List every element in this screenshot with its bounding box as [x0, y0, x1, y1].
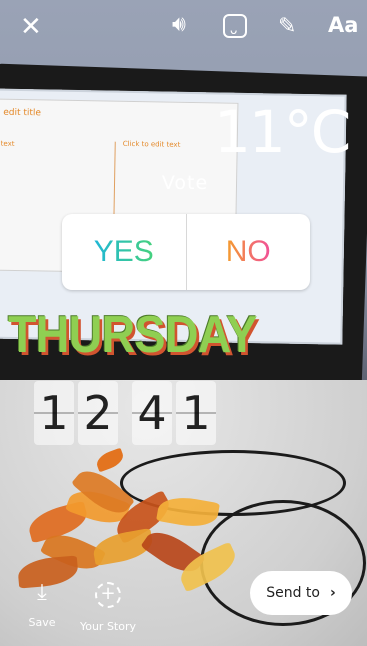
- poll-option-no[interactable]: NO: [187, 214, 311, 290]
- bg-title-text: edit title: [3, 107, 42, 119]
- clock-sticker[interactable]: 1 2 4 1: [34, 381, 220, 447]
- poll-yes-label: YES: [93, 235, 154, 268]
- save-label: Save: [28, 616, 56, 629]
- send-to-button[interactable]: Send to ›: [250, 571, 352, 615]
- clock-digit: 1: [176, 381, 216, 445]
- download-icon: ⤓: [37, 580, 47, 605]
- add-story-icon: +: [95, 582, 121, 608]
- bg-left-text: text: [0, 139, 15, 148]
- your-story-label: Your Story: [79, 620, 137, 633]
- send-to-label: Send to: [266, 585, 320, 601]
- story-editor: edit title text Click to edit text ✕ 🔊︎ …: [0, 0, 367, 646]
- poll-no-label: NO: [225, 235, 271, 268]
- sticker-icon[interactable]: [223, 14, 247, 41]
- text-tool-button[interactable]: Aa: [328, 14, 358, 36]
- clock-digit: 2: [78, 381, 118, 445]
- clock-digit: 4: [132, 381, 172, 445]
- poll-option-yes[interactable]: YES: [62, 214, 186, 290]
- clock-digit: 1: [34, 381, 74, 445]
- chevron-right-icon: ›: [329, 585, 336, 601]
- speaker-icon[interactable]: 🔊︎: [172, 14, 186, 36]
- bg-right-text: Click to edit text: [122, 139, 181, 149]
- leaves-sticker[interactable]: [16, 461, 243, 593]
- save-button[interactable]: ⤓ Save: [27, 580, 57, 630]
- top-toolbar: ✕ 🔊︎ ✎ Aa: [0, 0, 367, 56]
- temperature-sticker[interactable]: 11°C: [214, 98, 351, 166]
- your-story-button[interactable]: + Your Story: [78, 582, 138, 633]
- pen-icon[interactable]: ✎: [278, 16, 296, 38]
- poll-sticker[interactable]: YES NO: [62, 214, 310, 290]
- day-sticker[interactable]: THURSDAY: [8, 305, 257, 365]
- close-icon[interactable]: ✕: [20, 14, 42, 40]
- poll-question[interactable]: Vote: [150, 172, 220, 194]
